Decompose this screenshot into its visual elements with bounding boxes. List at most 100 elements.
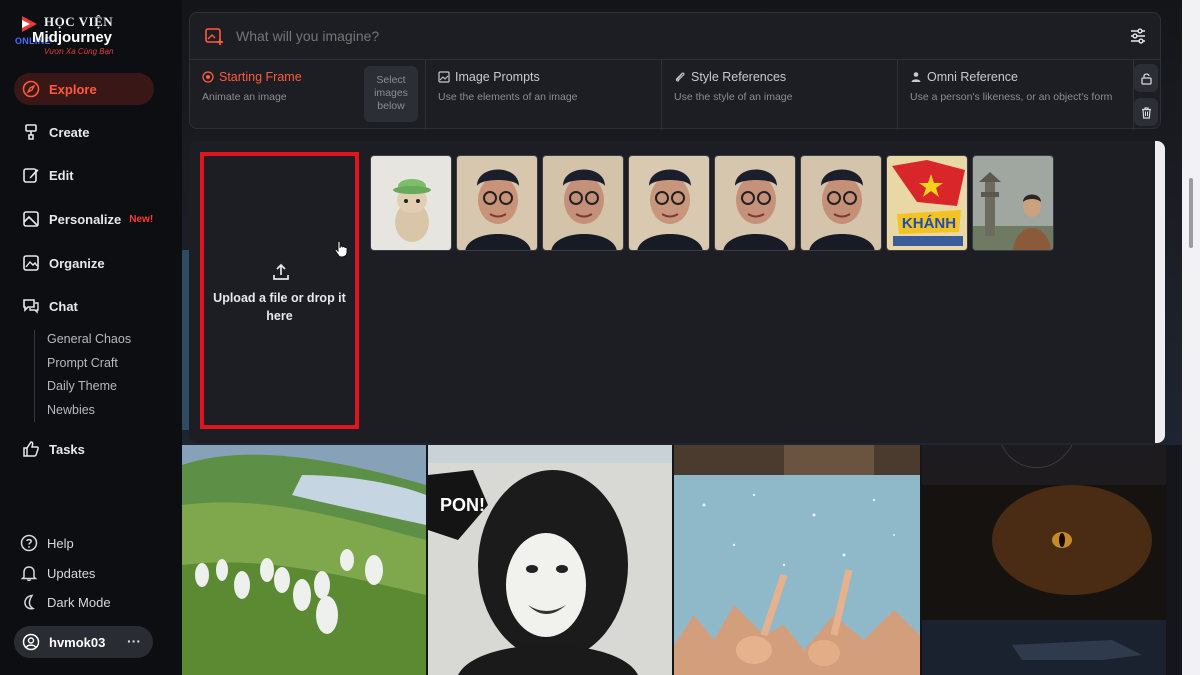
nav-organize-label: Organize: [49, 255, 105, 271]
moon-icon: [24, 594, 35, 610]
edit-icon: [23, 168, 39, 183]
nav-tasks-label: Tasks: [49, 441, 85, 457]
delete-button[interactable]: [1134, 98, 1158, 126]
nav-edit[interactable]: Edit: [14, 159, 154, 191]
prompt-bar: [190, 13, 1160, 59]
starting-frame-title: Starting Frame: [202, 70, 302, 84]
logo[interactable]: HỌC VIỆN ONLINE Midjourney Vươn Xa Cùng …: [14, 12, 124, 58]
dark-mode-toggle[interactable]: Dark Mode: [20, 593, 111, 611]
dark-mode-label: Dark Mode: [47, 594, 111, 610]
prompt-panel: Starting Frame Animate an image Select i…: [189, 12, 1161, 130]
nav-create[interactable]: Create: [14, 116, 154, 148]
gallery-image-comic-woman[interactable]: PON!: [428, 445, 672, 675]
panel-scroll-edge: [1155, 141, 1165, 443]
paperclip-icon: [675, 72, 685, 82]
prompt-input[interactable]: [236, 28, 1056, 44]
omni-reference-label: Omni Reference: [927, 70, 1019, 84]
person-icon: [911, 72, 921, 82]
thumbnail-portrait-3[interactable]: [628, 155, 710, 251]
omni-reference-desc: Use a person's likeness, or an object's …: [910, 91, 1113, 103]
logo-slogan: Vươn Xa Cùng Bạn: [44, 47, 114, 56]
tab-style-references[interactable]: Style References Use the style of an ima…: [662, 60, 898, 130]
gallery-image-horses[interactable]: [182, 445, 426, 675]
chat-tree-line: [34, 330, 35, 422]
tab-omni-reference[interactable]: Omni Reference Use a person's likeness, …: [898, 60, 1134, 130]
brush-icon: [25, 124, 37, 140]
settings-sliders-icon[interactable]: [1129, 27, 1147, 45]
chat-room-prompt-craft[interactable]: Prompt Craft: [47, 356, 118, 370]
compass-icon: [22, 80, 40, 98]
bell-icon: [20, 566, 38, 582]
page-scrollbar[interactable]: [1182, 0, 1200, 675]
gallery-image-top-strip[interactable]: [674, 445, 920, 475]
thumbnail-comic-poster[interactable]: KHÁNH: [886, 155, 968, 251]
image-library-panel: Upload a file or drop it here KHÁNH: [189, 141, 1165, 443]
thumbnail-temple-portrait[interactable]: [972, 155, 1054, 251]
reference-row: Starting Frame Animate an image Select i…: [190, 59, 1160, 130]
add-image-icon[interactable]: [204, 26, 224, 46]
svg-text:PON!: PON!: [440, 495, 485, 515]
tab-image-prompts[interactable]: Image Prompts Use the elements of an ima…: [426, 60, 662, 130]
hand-cursor-icon: [334, 240, 348, 258]
updates-link[interactable]: Updates: [20, 564, 95, 582]
nav-tasks[interactable]: Tasks: [14, 433, 154, 465]
more-options-icon[interactable]: ···: [127, 633, 141, 649]
thumbnail-portrait-5[interactable]: [800, 155, 882, 251]
thumbnail-portrait-4[interactable]: [714, 155, 796, 251]
tab-starting-frame[interactable]: Starting Frame Animate an image Select i…: [190, 60, 426, 130]
image-prompts-desc: Use the elements of an image: [438, 91, 578, 103]
nav-explore[interactable]: Explore: [14, 73, 154, 105]
chat-room-general-chaos[interactable]: General Chaos: [47, 332, 131, 346]
nav-explore-label: Explore: [49, 81, 97, 97]
help-label: Help: [47, 535, 74, 551]
thumbnail-plush[interactable]: [370, 155, 452, 251]
username: hvmok03: [49, 634, 106, 650]
user-avatar-icon: [22, 633, 40, 651]
gallery-image-celebration[interactable]: [674, 475, 920, 675]
upload-icon: [273, 263, 289, 280]
user-menu[interactable]: hvmok03 ···: [14, 626, 153, 658]
target-icon: [202, 71, 214, 83]
chat-room-daily-theme[interactable]: Daily Theme: [47, 379, 117, 393]
nav-edit-label: Edit: [49, 167, 74, 183]
starting-frame-desc: Animate an image: [202, 91, 287, 103]
image-prompts-title: Image Prompts: [438, 70, 540, 84]
explore-gallery: PON!: [182, 445, 1182, 675]
reference-actions: [1132, 60, 1160, 130]
nav-chat[interactable]: Chat: [14, 290, 154, 322]
starting-frame-label: Starting Frame: [219, 70, 302, 84]
thumbs-up-icon: [23, 441, 39, 457]
chat-room-newbies[interactable]: Newbies: [47, 403, 95, 417]
gallery-image-cat-jet[interactable]: [922, 445, 1166, 675]
sidebar: HỌC VIỆN ONLINE Midjourney Vươn Xa Cùng …: [0, 0, 182, 675]
logo-text-main: Midjourney: [32, 29, 113, 46]
help-icon: [20, 534, 38, 552]
scrollbar-thumb[interactable]: [1189, 178, 1193, 248]
help-link[interactable]: Help: [20, 534, 74, 552]
personalize-icon: [23, 211, 39, 227]
thumbnail-portrait-2[interactable]: [542, 155, 624, 251]
new-badge: New!: [129, 213, 154, 225]
style-references-desc: Use the style of an image: [674, 91, 793, 103]
nav-create-label: Create: [49, 124, 90, 140]
thumbnail-portrait-1[interactable]: [456, 155, 538, 251]
upload-text: Upload a file or drop it here: [213, 291, 346, 323]
omni-reference-title: Omni Reference: [910, 70, 1018, 84]
thumbnail-row: KHÁNH: [370, 155, 1054, 251]
nav-organize[interactable]: Organize: [14, 247, 154, 279]
lock-button[interactable]: [1134, 64, 1158, 92]
chat-icon: [23, 299, 39, 314]
nav-personalize[interactable]: Personalize New!: [14, 203, 154, 235]
style-references-label: Style References: [691, 70, 787, 84]
nav-personalize-label: Personalize: [49, 211, 122, 227]
svg-text:KHÁNH: KHÁNH: [902, 215, 956, 232]
upload-dropzone[interactable]: Upload a file or drop it here: [200, 152, 359, 429]
logo-text-top: HỌC VIỆN: [44, 14, 114, 29]
style-references-title: Style References: [674, 70, 786, 84]
select-images-hint: Select images below: [364, 66, 418, 122]
lock-icon: [1140, 72, 1152, 85]
image-icon: [23, 255, 39, 271]
trash-icon: [1141, 106, 1151, 119]
updates-label: Updates: [47, 565, 96, 581]
image-prompt-icon: [438, 71, 450, 83]
